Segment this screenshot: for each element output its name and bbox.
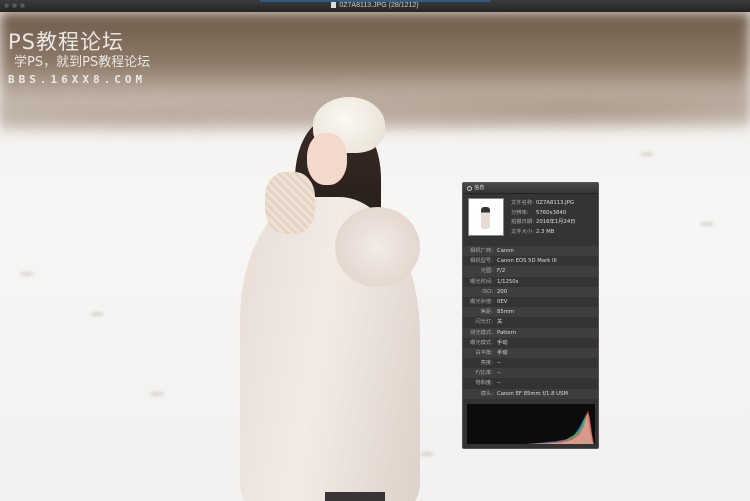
exif-row: 镜头: Canon EF 85mm f/1.8 USM: [463, 388, 598, 399]
exif-label: F/比率:: [475, 370, 493, 377]
exif-value: --: [497, 360, 501, 367]
summary-value: 5760x3840: [536, 209, 567, 216]
fur-collar-shape: [335, 207, 420, 287]
main-photo[interactable]: PS教程论坛 学PS，就到PS教程论坛 BBS.16XX8.COM: [0, 12, 750, 501]
girl-in-snow-figure: [225, 97, 425, 501]
photo-thumbnail: [468, 198, 504, 236]
exif-value: Canon: [497, 248, 514, 254]
photo-viewer-window: 0Z7A8113.JPG (28/1212) PS教程论坛 学PS，就到PS教程…: [0, 0, 750, 501]
exif-row: 白平衡: 手动: [463, 347, 598, 359]
exif-label: 焦距:: [480, 309, 493, 316]
exif-label: 曝光时间:: [470, 278, 493, 285]
snow-speck: [150, 392, 164, 396]
exif-label: 曝光补偿:: [470, 298, 493, 305]
face-shape: [307, 133, 347, 185]
exif-row: 焦距: 85mm: [463, 307, 598, 318]
exif-label: 饱和度:: [475, 380, 493, 387]
legs-shape: [325, 492, 385, 501]
exif-value: 0EV: [497, 298, 508, 305]
exif-label: 镜头:: [480, 390, 493, 397]
gear-icon[interactable]: [467, 185, 472, 191]
info-panel-header[interactable]: 信息: [463, 183, 598, 194]
exif-table: 相机厂商: Canon 相机型号: Canon EOS 5D Mark III 光圈…: [463, 246, 598, 399]
summary-row-filename: 文件名称: 0Z7A8113.JPG: [511, 199, 575, 209]
exif-value: 200: [497, 288, 508, 295]
exif-label: 闪光灯:: [475, 319, 493, 326]
window-title-text: 0Z7A8113.JPG (28/1212): [339, 2, 419, 9]
watermark-url: BBS.16XX8.COM: [8, 73, 147, 86]
exif-row: 曝光补偿: 0EV: [463, 297, 598, 307]
exif-row: 相机型号: Canon EOS 5D Mark III: [463, 256, 598, 266]
exif-value: 85mm: [497, 309, 515, 316]
document-icon: [331, 2, 337, 8]
window-title: 0Z7A8113.JPG (28/1212): [0, 0, 750, 12]
exif-value: 1/1250s: [497, 278, 519, 285]
exif-label: 测光模式:: [470, 329, 493, 336]
snow-speck: [640, 152, 654, 156]
summary-label: 文件大小:: [511, 228, 534, 235]
summary-row-resolution: 分辨率: 5760x3840: [511, 209, 575, 219]
exif-value: --: [497, 370, 501, 377]
exif-row: 曝光模式: 手动: [463, 338, 598, 348]
exif-label: 相机厂商:: [470, 248, 493, 254]
exif-row: 测光模式: Pattern: [463, 327, 598, 338]
exif-row: 曝光时间: 1/1250s: [463, 277, 598, 287]
exif-label: 白平衡:: [475, 349, 493, 356]
exif-value: Canon EOS 5D Mark III: [497, 258, 557, 265]
exif-row: F/比率: --: [463, 368, 598, 379]
summary-row-date: 拍摄日期: 2016年1月24日: [511, 218, 575, 228]
snow-speck: [700, 222, 714, 226]
snow-speck: [20, 272, 34, 276]
summary-label: 文件名称:: [511, 200, 534, 206]
exif-value: 手动: [497, 349, 508, 356]
file-summary: 文件名称: 0Z7A8113.JPG 分辨率: 5760x3840 拍摄日期: …: [463, 194, 598, 238]
summary-label: 分辨率:: [511, 209, 529, 216]
watermark: PS教程论坛 学PS，就到PS教程论坛 BBS.16XX8.COM: [8, 30, 150, 87]
summary-value: 0Z7A8113.JPG: [536, 200, 575, 206]
exif-value: F/2: [497, 268, 506, 275]
summary-row-size: 文件大小: 2.3 MB: [511, 228, 575, 238]
file-summary-list: 文件名称: 0Z7A8113.JPG 分辨率: 5760x3840 拍摄日期: …: [511, 199, 575, 237]
exif-value: 关: [497, 319, 503, 326]
info-panel[interactable]: 信息 文件名称: 0Z7A8113.JPG 分辨率: 5760x3840 拍摄日…: [462, 182, 599, 449]
histogram-graphic: [467, 410, 594, 444]
exif-label: 曝光模式:: [470, 339, 493, 346]
summary-value: 2016年1月24日: [536, 219, 576, 225]
exif-label: 光圈:: [480, 268, 493, 275]
snow-speck: [90, 312, 104, 316]
histogram-icon: [466, 403, 596, 445]
watermark-title: PS教程论坛: [8, 30, 124, 54]
exif-value: Canon EF 85mm f/1.8 USM: [497, 390, 568, 397]
watermark-subtitle: 学PS，就到PS教程论坛: [14, 55, 151, 70]
summary-label: 拍摄日期:: [511, 219, 534, 225]
exif-row: 亮度: --: [463, 358, 598, 368]
summary-value: 2.3 MB: [536, 228, 555, 235]
histogram-luminance: [467, 412, 594, 444]
exif-label: ISO:: [482, 288, 493, 295]
exif-label: 亮度:: [480, 360, 493, 367]
exif-row: 饱和度: --: [463, 378, 598, 388]
exif-row: 光圈: F/2: [463, 266, 598, 277]
exif-value: Pattern: [497, 329, 517, 336]
exif-row: 闪光灯: 关: [463, 317, 598, 327]
exif-value: --: [497, 380, 501, 387]
thumbnail-figure: [481, 207, 490, 229]
exif-value: 手动: [497, 339, 508, 346]
exif-label: 相机型号:: [470, 258, 493, 265]
exif-row: 相机厂商: Canon: [463, 246, 598, 257]
mitten-shape: [265, 172, 315, 234]
exif-row: ISO: 200: [463, 286, 598, 297]
info-panel-title: 信息: [474, 185, 485, 191]
